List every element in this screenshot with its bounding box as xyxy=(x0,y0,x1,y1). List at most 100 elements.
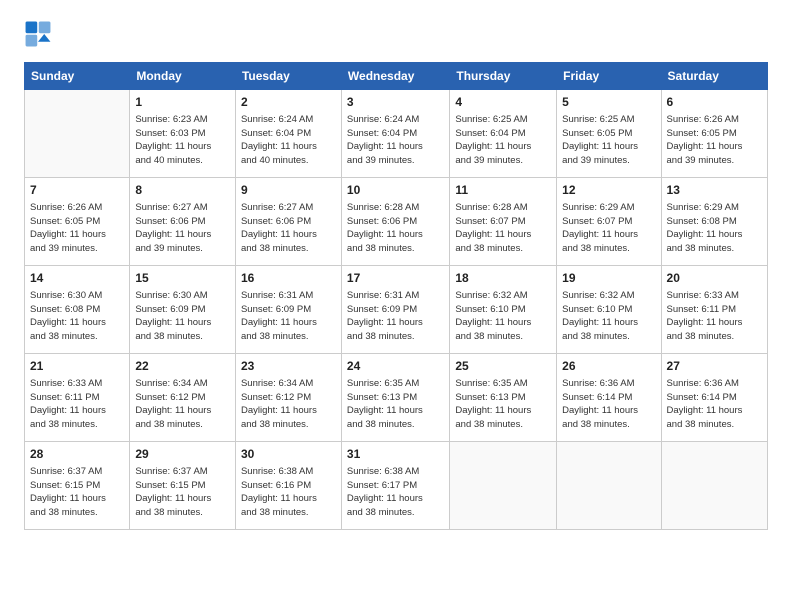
day-info: Sunrise: 6:28 AM Sunset: 6:06 PM Dayligh… xyxy=(347,201,444,256)
calendar-cell: 23 Sunrise: 6:34 AM Sunset: 6:12 PM Dayli… xyxy=(235,354,341,442)
day-info: Sunrise: 6:27 AM Sunset: 6:06 PM Dayligh… xyxy=(241,201,336,256)
col-header-monday: Monday xyxy=(130,63,236,90)
col-header-wednesday: Wednesday xyxy=(341,63,449,90)
day-number: 20 xyxy=(667,270,762,287)
day-info: Sunrise: 6:32 AM Sunset: 6:10 PM Dayligh… xyxy=(455,289,551,344)
day-number: 30 xyxy=(241,446,336,463)
col-header-friday: Friday xyxy=(557,63,661,90)
calendar-cell: 29 Sunrise: 6:37 AM Sunset: 6:15 PM Dayli… xyxy=(130,442,236,530)
day-number: 14 xyxy=(30,270,124,287)
day-number: 3 xyxy=(347,94,444,111)
day-number: 10 xyxy=(347,182,444,199)
day-number: 17 xyxy=(347,270,444,287)
calendar-cell: 4 Sunrise: 6:25 AM Sunset: 6:04 PM Daylig… xyxy=(450,90,557,178)
day-number: 13 xyxy=(667,182,762,199)
day-number: 7 xyxy=(30,182,124,199)
day-number: 25 xyxy=(455,358,551,375)
day-info: Sunrise: 6:38 AM Sunset: 6:16 PM Dayligh… xyxy=(241,465,336,520)
day-info: Sunrise: 6:38 AM Sunset: 6:17 PM Dayligh… xyxy=(347,465,444,520)
col-header-thursday: Thursday xyxy=(450,63,557,90)
logo-icon xyxy=(24,20,52,48)
col-header-sunday: Sunday xyxy=(25,63,130,90)
day-number: 11 xyxy=(455,182,551,199)
day-info: Sunrise: 6:25 AM Sunset: 6:04 PM Dayligh… xyxy=(455,113,551,168)
calendar-week-3: 14 Sunrise: 6:30 AM Sunset: 6:08 PM Dayli… xyxy=(25,266,768,354)
calendar-cell: 1Sunrise: 6:23 AM Sunset: 6:03 PM Daylig… xyxy=(130,90,236,178)
calendar-cell: 7 Sunrise: 6:26 AM Sunset: 6:05 PM Daylig… xyxy=(25,178,130,266)
day-number: 12 xyxy=(562,182,655,199)
day-info: Sunrise: 6:34 AM Sunset: 6:12 PM Dayligh… xyxy=(241,377,336,432)
day-info: Sunrise: 6:32 AM Sunset: 6:10 PM Dayligh… xyxy=(562,289,655,344)
day-number: 29 xyxy=(135,446,230,463)
calendar-cell xyxy=(25,90,130,178)
calendar-cell: 12 Sunrise: 6:29 AM Sunset: 6:07 PM Dayli… xyxy=(557,178,661,266)
day-info: Sunrise: 6:37 AM Sunset: 6:15 PM Dayligh… xyxy=(30,465,124,520)
calendar-cell: 24 Sunrise: 6:35 AM Sunset: 6:13 PM Dayli… xyxy=(341,354,449,442)
day-info: Sunrise: 6:36 AM Sunset: 6:14 PM Dayligh… xyxy=(562,377,655,432)
day-info: Sunrise: 6:24 AM Sunset: 6:04 PM Dayligh… xyxy=(347,113,444,168)
day-info: Sunrise: 6:33 AM Sunset: 6:11 PM Dayligh… xyxy=(667,289,762,344)
day-info: Sunrise: 6:37 AM Sunset: 6:15 PM Dayligh… xyxy=(135,465,230,520)
day-info: Sunrise: 6:33 AM Sunset: 6:11 PM Dayligh… xyxy=(30,377,124,432)
day-number: 18 xyxy=(455,270,551,287)
day-number: 6 xyxy=(667,94,762,111)
day-info: Sunrise: 6:31 AM Sunset: 6:09 PM Dayligh… xyxy=(241,289,336,344)
day-info: Sunrise: 6:31 AM Sunset: 6:09 PM Dayligh… xyxy=(347,289,444,344)
day-info: Sunrise: 6:30 AM Sunset: 6:08 PM Dayligh… xyxy=(30,289,124,344)
calendar-cell: 22 Sunrise: 6:34 AM Sunset: 6:12 PM Dayli… xyxy=(130,354,236,442)
day-info: Sunrise: 6:36 AM Sunset: 6:14 PM Dayligh… xyxy=(667,377,762,432)
logo xyxy=(24,20,56,48)
day-number: 21 xyxy=(30,358,124,375)
calendar-cell: 3 Sunrise: 6:24 AM Sunset: 6:04 PM Daylig… xyxy=(341,90,449,178)
calendar-cell: 5 Sunrise: 6:25 AM Sunset: 6:05 PM Daylig… xyxy=(557,90,661,178)
calendar-cell xyxy=(557,442,661,530)
calendar-cell: 27Sunrise: 6:36 AM Sunset: 6:14 PM Dayli… xyxy=(661,354,767,442)
day-info: Sunrise: 6:35 AM Sunset: 6:13 PM Dayligh… xyxy=(347,377,444,432)
calendar-week-4: 21 Sunrise: 6:33 AM Sunset: 6:11 PM Dayli… xyxy=(25,354,768,442)
day-number: 26 xyxy=(562,358,655,375)
calendar-cell: 10 Sunrise: 6:28 AM Sunset: 6:06 PM Dayli… xyxy=(341,178,449,266)
day-number: 8 xyxy=(135,182,230,199)
calendar-cell: 13 Sunrise: 6:29 AM Sunset: 6:08 PM Dayli… xyxy=(661,178,767,266)
calendar-cell: 31 Sunrise: 6:38 AM Sunset: 6:17 PM Dayli… xyxy=(341,442,449,530)
header xyxy=(24,20,768,48)
day-number: 31 xyxy=(347,446,444,463)
calendar-cell: 18 Sunrise: 6:32 AM Sunset: 6:10 PM Dayli… xyxy=(450,266,557,354)
day-number: 23 xyxy=(241,358,336,375)
calendar-week-5: 28Sunrise: 6:37 AM Sunset: 6:15 PM Dayli… xyxy=(25,442,768,530)
col-header-tuesday: Tuesday xyxy=(235,63,341,90)
day-number: 24 xyxy=(347,358,444,375)
day-number: 22 xyxy=(135,358,230,375)
day-info: Sunrise: 6:24 AM Sunset: 6:04 PM Dayligh… xyxy=(241,113,336,168)
day-info: Sunrise: 6:28 AM Sunset: 6:07 PM Dayligh… xyxy=(455,201,551,256)
calendar-cell: 11 Sunrise: 6:28 AM Sunset: 6:07 PM Dayli… xyxy=(450,178,557,266)
calendar-cell: 6 Sunrise: 6:26 AM Sunset: 6:05 PM Daylig… xyxy=(661,90,767,178)
calendar-cell: 28Sunrise: 6:37 AM Sunset: 6:15 PM Dayli… xyxy=(25,442,130,530)
day-info: Sunrise: 6:26 AM Sunset: 6:05 PM Dayligh… xyxy=(667,113,762,168)
calendar-cell: 21 Sunrise: 6:33 AM Sunset: 6:11 PM Dayli… xyxy=(25,354,130,442)
page: SundayMondayTuesdayWednesdayThursdayFrid… xyxy=(0,0,792,612)
day-info: Sunrise: 6:26 AM Sunset: 6:05 PM Dayligh… xyxy=(30,201,124,256)
day-info: Sunrise: 6:25 AM Sunset: 6:05 PM Dayligh… xyxy=(562,113,655,168)
day-info: Sunrise: 6:35 AM Sunset: 6:13 PM Dayligh… xyxy=(455,377,551,432)
calendar-cell: 26 Sunrise: 6:36 AM Sunset: 6:14 PM Dayli… xyxy=(557,354,661,442)
day-number: 5 xyxy=(562,94,655,111)
calendar-cell: 8Sunrise: 6:27 AM Sunset: 6:06 PM Daylig… xyxy=(130,178,236,266)
day-number: 4 xyxy=(455,94,551,111)
calendar-cell: 14 Sunrise: 6:30 AM Sunset: 6:08 PM Dayli… xyxy=(25,266,130,354)
day-info: Sunrise: 6:29 AM Sunset: 6:07 PM Dayligh… xyxy=(562,201,655,256)
day-number: 2 xyxy=(241,94,336,111)
calendar-cell: 25 Sunrise: 6:35 AM Sunset: 6:13 PM Dayli… xyxy=(450,354,557,442)
calendar-cell xyxy=(661,442,767,530)
calendar-cell: 9 Sunrise: 6:27 AM Sunset: 6:06 PM Daylig… xyxy=(235,178,341,266)
calendar-cell: 17 Sunrise: 6:31 AM Sunset: 6:09 PM Dayli… xyxy=(341,266,449,354)
calendar-cell: 30 Sunrise: 6:38 AM Sunset: 6:16 PM Dayli… xyxy=(235,442,341,530)
day-number: 9 xyxy=(241,182,336,199)
day-info: Sunrise: 6:23 AM Sunset: 6:03 PM Dayligh… xyxy=(135,113,230,168)
day-info: Sunrise: 6:34 AM Sunset: 6:12 PM Dayligh… xyxy=(135,377,230,432)
day-info: Sunrise: 6:29 AM Sunset: 6:08 PM Dayligh… xyxy=(667,201,762,256)
calendar-cell: 15Sunrise: 6:30 AM Sunset: 6:09 PM Dayli… xyxy=(130,266,236,354)
calendar-week-1: 1Sunrise: 6:23 AM Sunset: 6:03 PM Daylig… xyxy=(25,90,768,178)
day-number: 15 xyxy=(135,270,230,287)
calendar: SundayMondayTuesdayWednesdayThursdayFrid… xyxy=(24,62,768,530)
